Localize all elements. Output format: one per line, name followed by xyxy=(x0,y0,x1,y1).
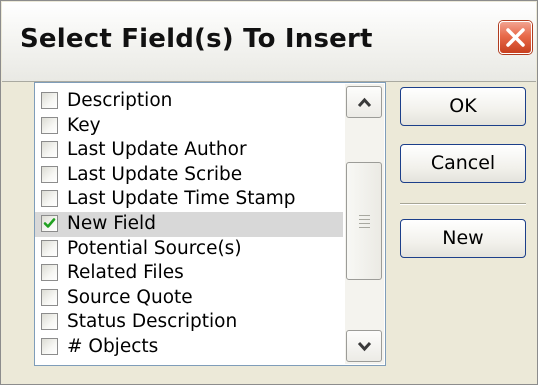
checkbox[interactable] xyxy=(41,239,58,257)
grip-line xyxy=(359,227,370,228)
list-item-label: Related Files xyxy=(67,262,184,284)
list-item-label: Last Update Time Stamp xyxy=(67,188,296,210)
list-item-related-files[interactable]: Related Files xyxy=(35,261,343,286)
dialog-title: Select Field(s) To Insert xyxy=(20,24,373,54)
close-icon xyxy=(506,28,525,47)
list-item-description[interactable]: Description xyxy=(35,89,343,114)
list-item-new-field[interactable]: New Field xyxy=(35,211,343,237)
new-button[interactable]: New xyxy=(400,219,526,258)
grip-line xyxy=(359,215,370,216)
list-item-potential-sources[interactable]: Potential Source(s) xyxy=(35,237,343,262)
checkbox-checked[interactable] xyxy=(41,214,58,232)
checkbox[interactable] xyxy=(41,92,58,109)
scroll-down-button[interactable] xyxy=(346,330,382,362)
close-button[interactable] xyxy=(499,21,532,54)
list-item-source-quote[interactable]: Source Quote xyxy=(35,286,343,311)
list-item-label: Last Update Author xyxy=(67,139,247,161)
list-item-label: Potential Source(s) xyxy=(67,237,242,259)
checkbox[interactable] xyxy=(41,116,58,134)
list-item-last-update-time-stamp[interactable]: Last Update Time Stamp xyxy=(35,187,343,212)
list-item-label: Description xyxy=(67,90,173,111)
grip-line xyxy=(359,223,370,224)
scroll-thumb[interactable] xyxy=(346,162,382,280)
select-fields-dialog: Select Field(s) To Insert Description Ke… xyxy=(0,0,538,385)
chevron-down-icon xyxy=(357,341,372,352)
list-item-status-description[interactable]: Status Description xyxy=(35,310,343,335)
list-item-label: Last Update Scribe xyxy=(67,163,243,185)
checkbox[interactable] xyxy=(41,264,58,282)
title-bar[interactable]: Select Field(s) To Insert xyxy=(2,2,536,82)
list-item-objects[interactable]: # Objects xyxy=(35,335,343,360)
checkbox[interactable] xyxy=(41,337,58,355)
list-item-label: Source Quote xyxy=(67,286,193,308)
vertical-scrollbar[interactable] xyxy=(345,84,384,364)
list-item-last-update-scribe[interactable]: Last Update Scribe xyxy=(35,163,343,188)
list-item-key[interactable]: Key xyxy=(35,114,343,139)
checkbox[interactable] xyxy=(41,288,58,306)
ok-button[interactable]: OK xyxy=(400,87,526,126)
fields-listbox[interactable]: Description Key Last Update Author Last … xyxy=(34,82,386,366)
scroll-up-button[interactable] xyxy=(346,86,382,118)
list-item-label: Status Description xyxy=(67,311,238,333)
button-divider xyxy=(400,203,526,205)
check-mark-icon xyxy=(43,218,56,228)
checkbox[interactable] xyxy=(41,141,58,159)
checkbox[interactable] xyxy=(41,313,58,331)
list-item-label: New Field xyxy=(67,212,156,234)
list-item-last-update-author[interactable]: Last Update Author xyxy=(35,138,343,163)
checkbox[interactable] xyxy=(41,190,58,208)
list-item-label: Key xyxy=(67,114,101,136)
cancel-button[interactable]: Cancel xyxy=(400,144,526,183)
list-item-label: # Objects xyxy=(67,335,159,357)
chevron-up-icon xyxy=(357,97,372,108)
grip-line xyxy=(359,219,370,220)
fields-list: Description Key Last Update Author Last … xyxy=(35,89,343,360)
dialog-body: Description Key Last Update Author Last … xyxy=(2,82,536,383)
checkbox[interactable] xyxy=(41,165,58,183)
